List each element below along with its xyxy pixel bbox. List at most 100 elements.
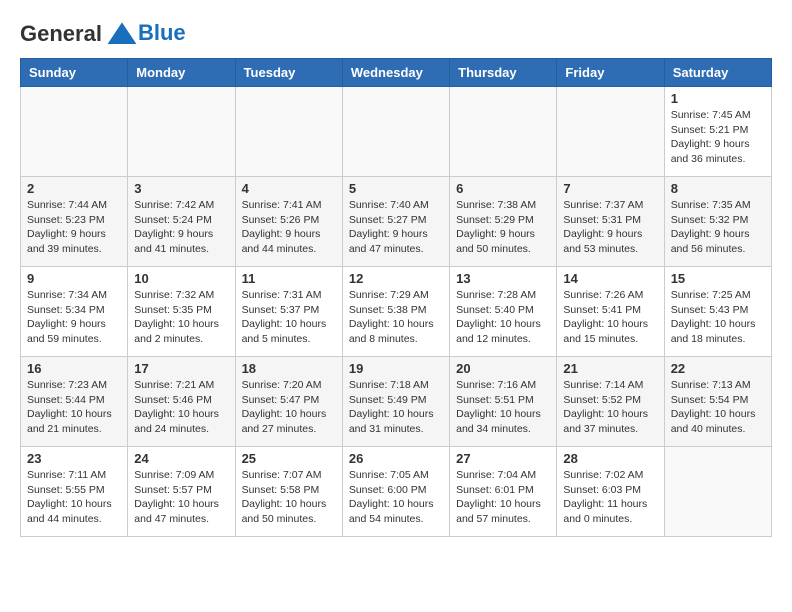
day-info: Sunrise: 7:45 AM Sunset: 5:21 PM Dayligh… <box>671 108 765 167</box>
day-info: Sunrise: 7:18 AM Sunset: 5:49 PM Dayligh… <box>349 378 443 437</box>
calendar-cell <box>128 87 235 177</box>
day-number: 24 <box>134 451 228 466</box>
day-number: 12 <box>349 271 443 286</box>
weekday-monday: Monday <box>128 59 235 87</box>
week-row-4: 23 Sunrise: 7:11 AM Sunset: 5:55 PM Dayli… <box>21 447 772 537</box>
week-row-3: 16 Sunrise: 7:23 AM Sunset: 5:44 PM Dayli… <box>21 357 772 447</box>
calendar-cell: 11 Sunrise: 7:31 AM Sunset: 5:37 PM Dayli… <box>235 267 342 357</box>
weekday-sunday: Sunday <box>21 59 128 87</box>
calendar-cell: 12Sunrise: 7:29 AM Sunset: 5:38 PM Dayli… <box>342 267 449 357</box>
day-number: 7 <box>563 181 657 196</box>
day-number: 8 <box>671 181 765 196</box>
day-number: 6 <box>456 181 550 196</box>
calendar-cell: 19 Sunrise: 7:18 AM Sunset: 5:49 PM Dayli… <box>342 357 449 447</box>
weekday-friday: Friday <box>557 59 664 87</box>
calendar-cell: 20Sunrise: 7:16 AM Sunset: 5:51 PM Dayli… <box>450 357 557 447</box>
day-number: 10 <box>134 271 228 286</box>
day-info: Sunrise: 7:38 AM Sunset: 5:29 PM Dayligh… <box>456 198 550 257</box>
calendar: SundayMondayTuesdayWednesdayThursdayFrid… <box>20 58 772 537</box>
calendar-cell: 4 Sunrise: 7:41 AM Sunset: 5:26 PM Daylig… <box>235 177 342 267</box>
day-number: 16 <box>27 361 121 376</box>
calendar-cell: 13 Sunrise: 7:28 AM Sunset: 5:40 PM Dayli… <box>450 267 557 357</box>
day-info: Sunrise: 7:21 AM Sunset: 5:46 PM Dayligh… <box>134 378 228 437</box>
calendar-body: 1 Sunrise: 7:45 AM Sunset: 5:21 PM Daylig… <box>21 87 772 537</box>
day-number: 26 <box>349 451 443 466</box>
day-info: Sunrise: 7:26 AM Sunset: 5:41 PM Dayligh… <box>563 288 657 347</box>
day-info: Sunrise: 7:04 AM Sunset: 6:01 PM Dayligh… <box>456 468 550 527</box>
day-info: Sunrise: 7:11 AM Sunset: 5:55 PM Dayligh… <box>27 468 121 527</box>
day-number: 28 <box>563 451 657 466</box>
calendar-cell: 15 Sunrise: 7:25 AM Sunset: 5:43 PM Dayli… <box>664 267 771 357</box>
day-number: 3 <box>134 181 228 196</box>
day-info: Sunrise: 7:09 AM Sunset: 5:57 PM Dayligh… <box>134 468 228 527</box>
calendar-cell: 18Sunrise: 7:20 AM Sunset: 5:47 PM Dayli… <box>235 357 342 447</box>
day-info: Sunrise: 7:02 AM Sunset: 6:03 PM Dayligh… <box>563 468 657 527</box>
calendar-cell <box>450 87 557 177</box>
week-row-2: 9 Sunrise: 7:34 AM Sunset: 5:34 PM Daylig… <box>21 267 772 357</box>
calendar-cell: 21Sunrise: 7:14 AM Sunset: 5:52 PM Dayli… <box>557 357 664 447</box>
day-info: Sunrise: 7:31 AM Sunset: 5:37 PM Dayligh… <box>242 288 336 347</box>
day-number: 15 <box>671 271 765 286</box>
calendar-cell: 23 Sunrise: 7:11 AM Sunset: 5:55 PM Dayli… <box>21 447 128 537</box>
day-number: 27 <box>456 451 550 466</box>
day-info: Sunrise: 7:32 AM Sunset: 5:35 PM Dayligh… <box>134 288 228 347</box>
day-number: 5 <box>349 181 443 196</box>
day-info: Sunrise: 7:28 AM Sunset: 5:40 PM Dayligh… <box>456 288 550 347</box>
calendar-cell: 27 Sunrise: 7:04 AM Sunset: 6:01 PM Dayli… <box>450 447 557 537</box>
day-info: Sunrise: 7:14 AM Sunset: 5:52 PM Dayligh… <box>563 378 657 437</box>
calendar-cell <box>235 87 342 177</box>
calendar-cell: 17Sunrise: 7:21 AM Sunset: 5:46 PM Dayli… <box>128 357 235 447</box>
calendar-cell <box>664 447 771 537</box>
day-info: Sunrise: 7:34 AM Sunset: 5:34 PM Dayligh… <box>27 288 121 347</box>
calendar-cell: 22 Sunrise: 7:13 AM Sunset: 5:54 PM Dayli… <box>664 357 771 447</box>
calendar-cell: 1 Sunrise: 7:45 AM Sunset: 5:21 PM Daylig… <box>664 87 771 177</box>
day-info: Sunrise: 7:05 AM Sunset: 6:00 PM Dayligh… <box>349 468 443 527</box>
day-number: 25 <box>242 451 336 466</box>
calendar-cell: 6 Sunrise: 7:38 AM Sunset: 5:29 PM Daylig… <box>450 177 557 267</box>
calendar-cell <box>342 87 449 177</box>
day-number: 13 <box>456 271 550 286</box>
day-number: 1 <box>671 91 765 106</box>
day-number: 4 <box>242 181 336 196</box>
day-number: 11 <box>242 271 336 286</box>
day-number: 14 <box>563 271 657 286</box>
logo: GeneralBlue <box>20 20 186 48</box>
week-row-0: 1 Sunrise: 7:45 AM Sunset: 5:21 PM Daylig… <box>21 87 772 177</box>
calendar-header: SundayMondayTuesdayWednesdayThursdayFrid… <box>21 59 772 87</box>
week-row-1: 2 Sunrise: 7:44 AM Sunset: 5:23 PM Daylig… <box>21 177 772 267</box>
calendar-cell: 16 Sunrise: 7:23 AM Sunset: 5:44 PM Dayli… <box>21 357 128 447</box>
calendar-cell: 7 Sunrise: 7:37 AM Sunset: 5:31 PM Daylig… <box>557 177 664 267</box>
day-number: 2 <box>27 181 121 196</box>
day-info: Sunrise: 7:25 AM Sunset: 5:43 PM Dayligh… <box>671 288 765 347</box>
calendar-cell <box>557 87 664 177</box>
weekday-wednesday: Wednesday <box>342 59 449 87</box>
calendar-cell <box>21 87 128 177</box>
day-info: Sunrise: 7:37 AM Sunset: 5:31 PM Dayligh… <box>563 198 657 257</box>
calendar-cell: 8 Sunrise: 7:35 AM Sunset: 5:32 PM Daylig… <box>664 177 771 267</box>
calendar-cell: 2 Sunrise: 7:44 AM Sunset: 5:23 PM Daylig… <box>21 177 128 267</box>
day-number: 22 <box>671 361 765 376</box>
day-info: Sunrise: 7:35 AM Sunset: 5:32 PM Dayligh… <box>671 198 765 257</box>
weekday-thursday: Thursday <box>450 59 557 87</box>
weekday-tuesday: Tuesday <box>235 59 342 87</box>
day-number: 18 <box>242 361 336 376</box>
calendar-cell: 14 Sunrise: 7:26 AM Sunset: 5:41 PM Dayli… <box>557 267 664 357</box>
calendar-cell: 26 Sunrise: 7:05 AM Sunset: 6:00 PM Dayli… <box>342 447 449 537</box>
calendar-cell: 3Sunrise: 7:42 AM Sunset: 5:24 PM Daylig… <box>128 177 235 267</box>
calendar-cell: 9 Sunrise: 7:34 AM Sunset: 5:34 PM Daylig… <box>21 267 128 357</box>
day-info: Sunrise: 7:23 AM Sunset: 5:44 PM Dayligh… <box>27 378 121 437</box>
day-info: Sunrise: 7:16 AM Sunset: 5:51 PM Dayligh… <box>456 378 550 437</box>
logo-general-text: General <box>20 21 102 47</box>
day-number: 9 <box>27 271 121 286</box>
calendar-cell: 28 Sunrise: 7:02 AM Sunset: 6:03 PM Dayli… <box>557 447 664 537</box>
day-info: Sunrise: 7:40 AM Sunset: 5:27 PM Dayligh… <box>349 198 443 257</box>
day-info: Sunrise: 7:41 AM Sunset: 5:26 PM Dayligh… <box>242 198 336 257</box>
day-info: Sunrise: 7:44 AM Sunset: 5:23 PM Dayligh… <box>27 198 121 257</box>
day-info: Sunrise: 7:13 AM Sunset: 5:54 PM Dayligh… <box>671 378 765 437</box>
calendar-cell: 25 Sunrise: 7:07 AM Sunset: 5:58 PM Dayli… <box>235 447 342 537</box>
day-info: Sunrise: 7:07 AM Sunset: 5:58 PM Dayligh… <box>242 468 336 527</box>
day-number: 23 <box>27 451 121 466</box>
weekday-header-row: SundayMondayTuesdayWednesdayThursdayFrid… <box>21 59 772 87</box>
header: GeneralBlue <box>20 20 772 48</box>
day-number: 19 <box>349 361 443 376</box>
